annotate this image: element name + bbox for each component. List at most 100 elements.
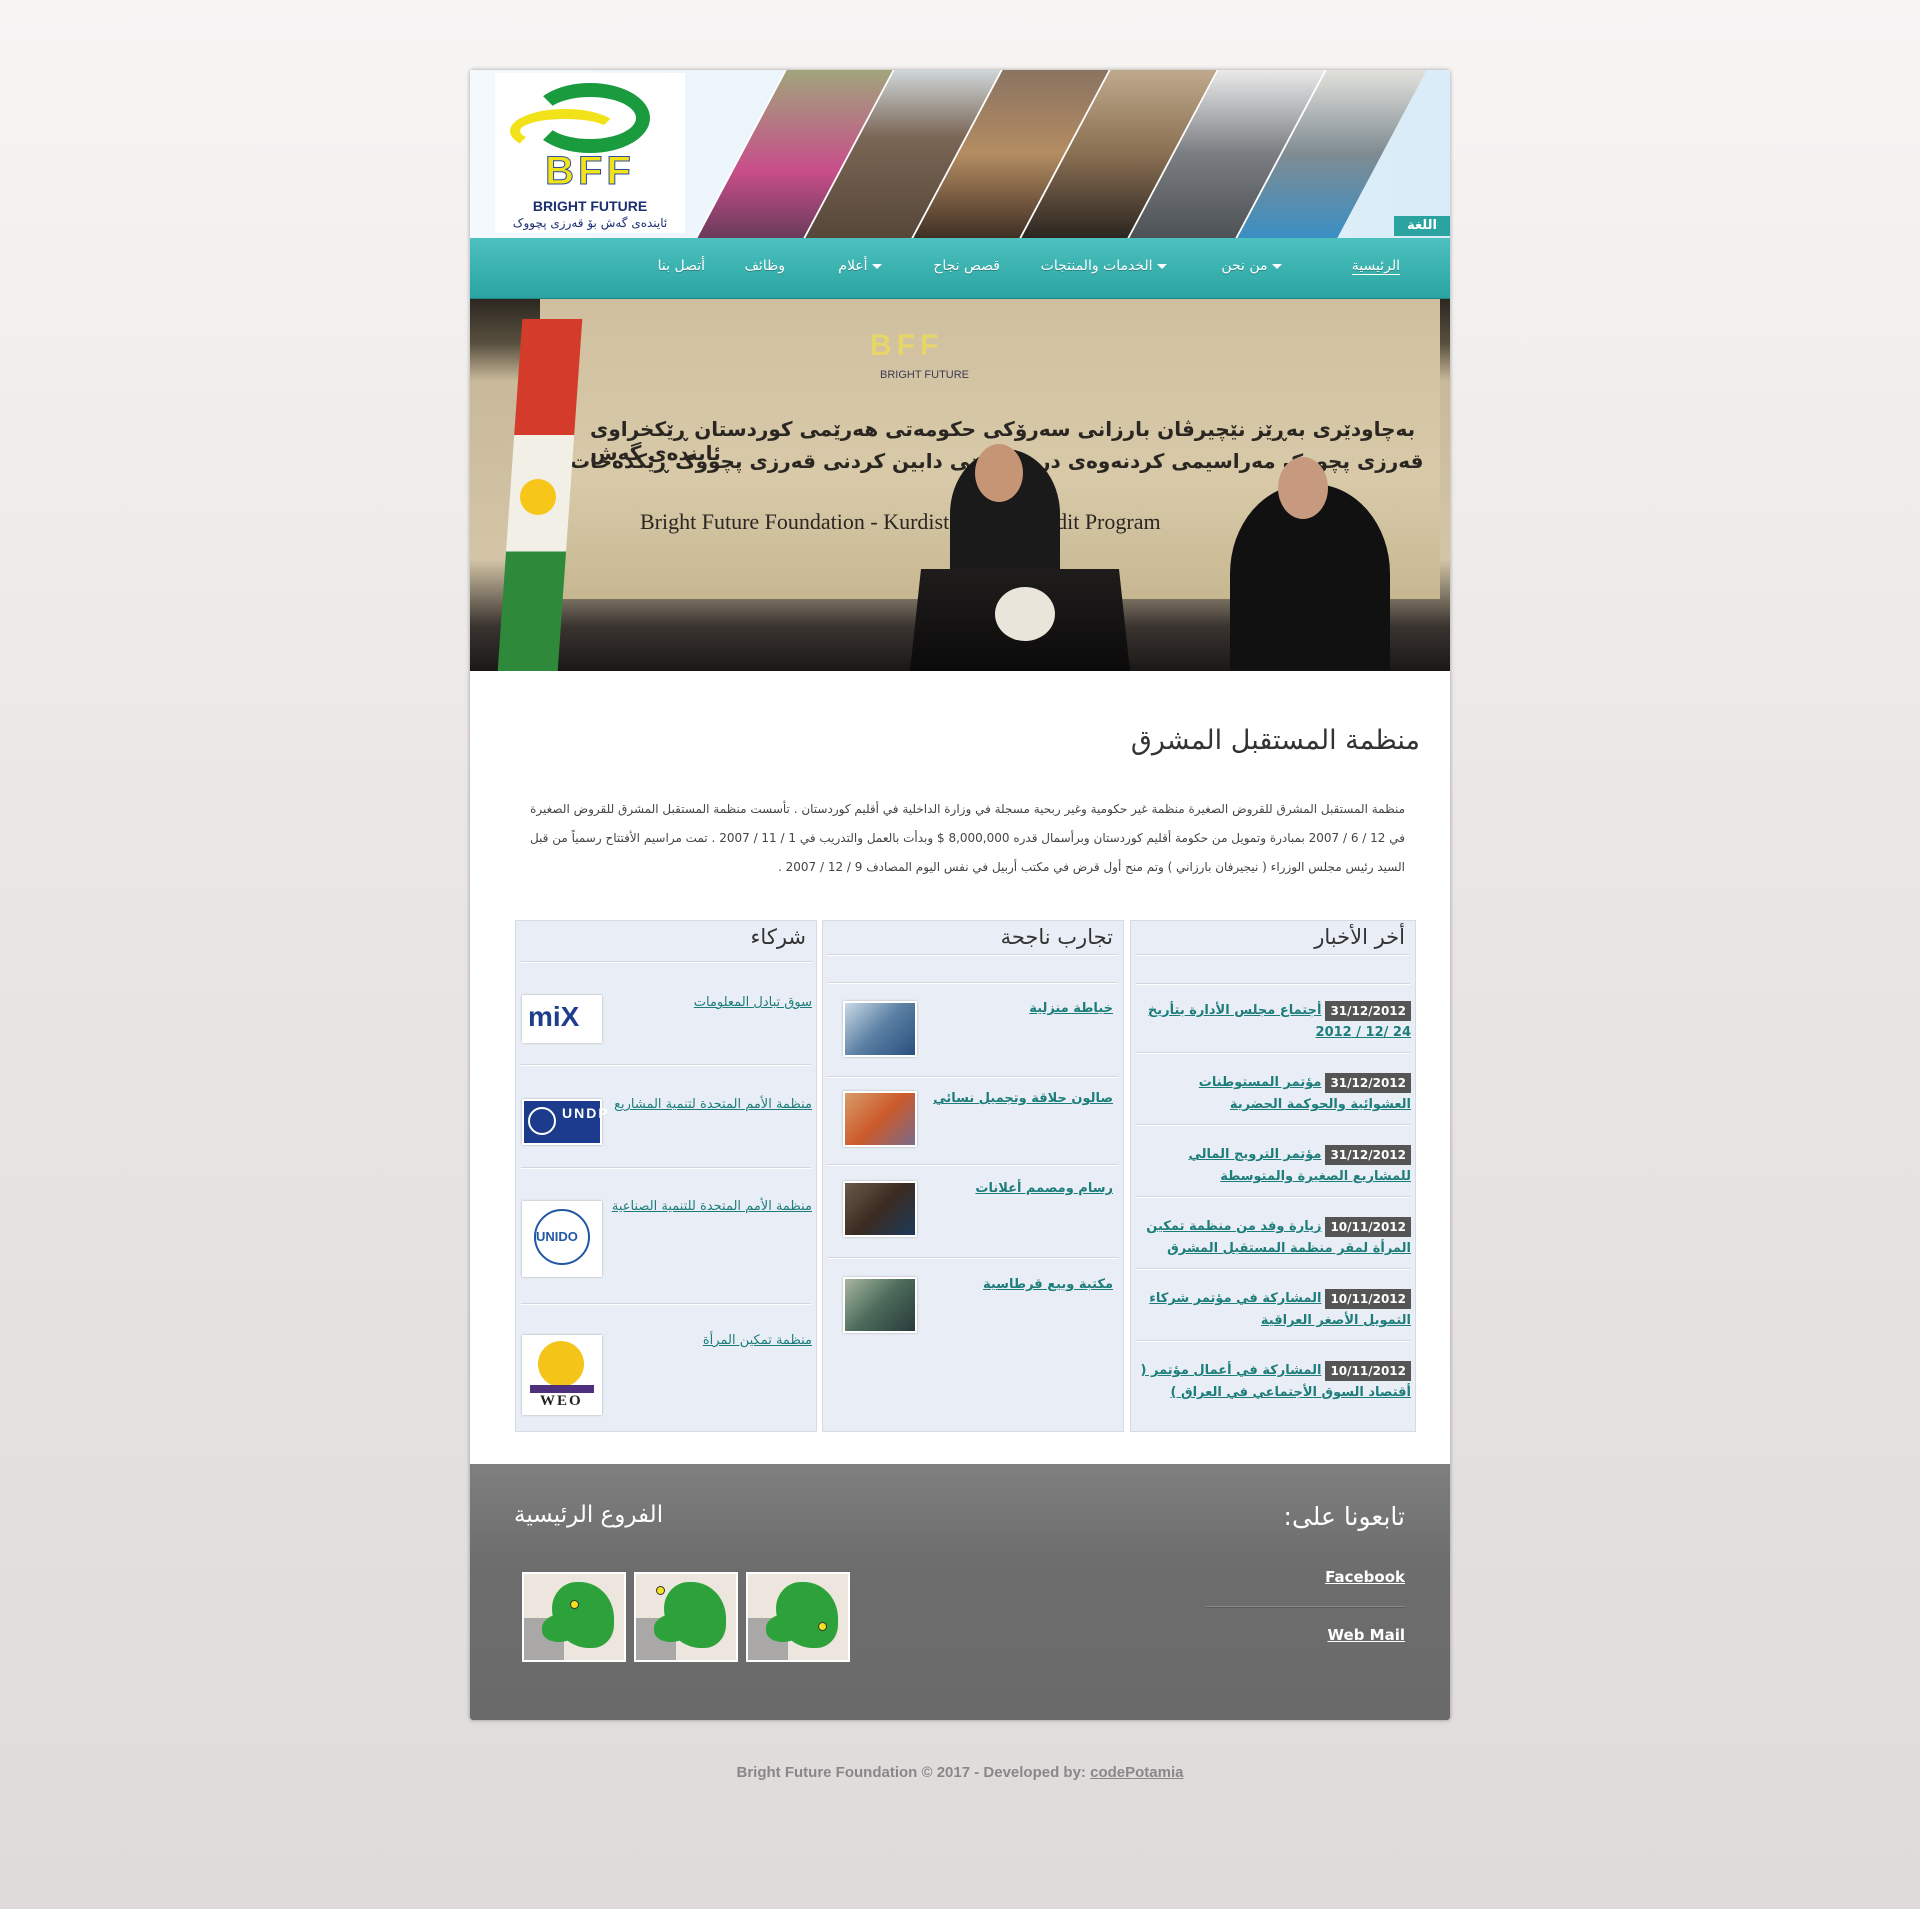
webmail-link[interactable]: Web Mail	[1328, 1626, 1405, 1644]
date-badge: 10/11/2012	[1325, 1217, 1411, 1237]
divider	[828, 954, 1118, 956]
main-nav: الرئيسية من نحن الخدمات والمنتجات قصص نج…	[470, 238, 1450, 299]
logo-name-ku: ئاینده‌ی گه‌ش بۆ قه‌رزی پچووک	[512, 216, 668, 230]
story-link[interactable]: صالون حلاقة وتجميل نسائي	[933, 1091, 1113, 1106]
divider	[828, 982, 1118, 984]
logo-yellow-swoosh	[510, 109, 620, 153]
nav-item-about[interactable]: من نحن	[1221, 258, 1285, 274]
story-thumbnail[interactable]	[843, 1277, 917, 1333]
banner-logo: BFF	[870, 329, 944, 362]
divider	[1136, 954, 1410, 956]
location-marker-icon	[570, 1600, 579, 1609]
story-thumbnail[interactable]	[843, 1091, 917, 1147]
speaker-head	[975, 444, 1023, 502]
divider	[521, 1064, 811, 1066]
news-box-title: أخر الأخبار	[1314, 925, 1405, 949]
date-badge: 31/12/2012	[1325, 1001, 1411, 1021]
partner-link[interactable]: سوق تبادل المعلومات	[694, 995, 812, 1010]
divider	[521, 961, 811, 963]
hero-banner: BFF BRIGHT FUTURE بەچاودێری بەڕێز نێچیرڤ…	[470, 299, 1450, 671]
divider	[828, 1076, 1118, 1078]
news-item[interactable]: 31/12/2012 مؤتمر الترويج المالي للمشاريع…	[1135, 1143, 1411, 1187]
sun-icon	[538, 1341, 584, 1387]
location-marker-icon	[818, 1622, 827, 1631]
news-item[interactable]: 31/12/2012 مؤتمر المستوطنات العشوائية وا…	[1135, 1071, 1411, 1115]
partner-logo-text: UNIDO	[536, 1229, 578, 1244]
site-logo[interactable]: BFF BRIGHT FUTURE ئاینده‌ی گه‌ش بۆ قه‌رز…	[495, 73, 685, 233]
partner-logo-weo[interactable]: WEO	[522, 1335, 602, 1415]
nav-item-services[interactable]: الخدمات والمنتجات	[1041, 258, 1170, 274]
nav-item-home[interactable]: الرئيسية	[1351, 258, 1400, 275]
date-badge: 31/12/2012	[1325, 1073, 1411, 1093]
news-box: أخر الأخبار 31/12/2012 أجتماع مجلس الأدا…	[1130, 920, 1416, 1432]
partner-logo-text: UNDP	[562, 1105, 610, 1121]
chevron-down-icon	[1157, 263, 1167, 269]
divider	[828, 1257, 1118, 1259]
nav-item-contact[interactable]: أتصل بنا	[658, 258, 705, 274]
partner-logo-mix[interactable]: miX	[522, 995, 602, 1043]
branch-map-2[interactable]	[634, 1572, 738, 1662]
divider	[1136, 1052, 1410, 1054]
partner-link[interactable]: منظمة الأمم المتحدة للتنمية الصناعية	[612, 1199, 812, 1214]
story-link[interactable]: رسام ومصمم أعلانات	[975, 1181, 1113, 1196]
globe-icon	[528, 1107, 556, 1135]
story-thumbnail[interactable]	[843, 1001, 917, 1057]
partner-link[interactable]: منظمة الأمم المتحدة لتنمية المشاريع	[614, 1097, 812, 1112]
partners-box: شركاء سوق تبادل المعلومات miX منظمة الأم…	[515, 920, 817, 1432]
partner-logo-text: miX	[528, 1001, 580, 1032]
news-item[interactable]: 31/12/2012 أجتماع مجلس الأدارة بتأريخ 24…	[1135, 999, 1411, 1043]
location-marker-icon	[656, 1586, 665, 1595]
divider	[521, 1303, 811, 1305]
story-item[interactable]: صالون حلاقة وتجميل نسائي	[828, 1091, 1113, 1151]
footer-panel: تابعونا على: Facebook Web Mail الفروع ال…	[470, 1464, 1450, 1720]
logo-bff-text: BFF	[545, 149, 635, 194]
story-link[interactable]: مكتبة وبيع قرطاسية	[983, 1277, 1113, 1292]
divider	[521, 1167, 811, 1169]
news-item[interactable]: 10/11/2012 المشاركة في مؤتمر شركاء التمو…	[1135, 1287, 1411, 1331]
flag-sun	[520, 479, 556, 515]
partners-box-title: شركاء	[750, 925, 806, 949]
developer-link[interactable]: codePotamia	[1090, 1764, 1183, 1781]
nav-item-media-label: أعلام	[838, 258, 868, 274]
stories-box-title: تجارب ناجحة	[1000, 925, 1113, 949]
branch-map-3[interactable]	[746, 1572, 850, 1662]
story-item[interactable]: خياطة منزلية	[828, 1001, 1113, 1061]
news-item[interactable]: 10/11/2012 زيارة وفد من منظمة تمكين المر…	[1135, 1215, 1411, 1259]
divider	[828, 1164, 1118, 1166]
language-button[interactable]: اللغة	[1394, 216, 1450, 236]
partner-link[interactable]: منظمة تمكين المرأة	[703, 1333, 812, 1348]
banner-text-line3: Bright Future Foundation - Kurdistan Mic…	[640, 509, 1161, 534]
page-container: BFF BRIGHT FUTURE ئاینده‌ی گه‌ش بۆ قه‌رز…	[470, 70, 1450, 1720]
facebook-link[interactable]: Facebook	[1325, 1568, 1405, 1586]
story-item[interactable]: مكتبة وبيع قرطاسية	[828, 1277, 1113, 1337]
divider	[1136, 1196, 1410, 1198]
story-item[interactable]: رسام ومصمم أعلانات	[828, 1181, 1113, 1241]
logo-bar	[530, 1385, 594, 1393]
nav-item-media[interactable]: أعلام	[838, 258, 885, 274]
intro-text: منظمة المستقبل المشرق للقروض الصغيرة منظ…	[529, 802, 1405, 874]
nav-item-services-label: الخدمات والمنتجات	[1040, 258, 1153, 274]
nav-item-about-label: من نحن	[1221, 258, 1268, 274]
nav-item-jobs[interactable]: وظائف	[744, 258, 785, 274]
site-header: BFF BRIGHT FUTURE ئاینده‌ی گه‌ش بۆ قه‌رز…	[470, 70, 1450, 239]
date-badge: 10/11/2012	[1325, 1289, 1411, 1309]
copyright-text: Bright Future Foundation © 2017 - Develo…	[736, 1764, 1086, 1781]
story-thumbnail[interactable]	[843, 1181, 917, 1237]
date-badge: 10/11/2012	[1325, 1361, 1411, 1381]
divider	[1136, 1340, 1410, 1342]
news-item[interactable]: 10/11/2012 المشاركة في أعمال مؤتمر ( أقت…	[1135, 1359, 1411, 1403]
success-stories-box: تجارب ناجحة خياطة منزلية صالون حلاقة وتج…	[822, 920, 1124, 1432]
partner-logo-unido[interactable]: UNIDO	[522, 1201, 602, 1277]
follow-title: تابعونا على:	[1283, 1502, 1405, 1531]
divider	[1136, 1268, 1410, 1270]
story-link[interactable]: خياطة منزلية	[1029, 1001, 1113, 1016]
page-title: منظمة المستقبل المشرق	[1130, 725, 1420, 756]
partner-logo-undp[interactable]: UNDP	[522, 1099, 608, 1145]
nav-item-success-stories[interactable]: قصص نجاح	[933, 258, 1000, 274]
copyright: Bright Future Foundation © 2017 - Develo…	[0, 1764, 1920, 1781]
divider	[1205, 1606, 1405, 1608]
branch-map-1[interactable]	[522, 1572, 626, 1662]
divider	[1136, 1124, 1410, 1126]
chevron-down-icon	[872, 263, 882, 269]
attendee-head	[1278, 457, 1328, 519]
